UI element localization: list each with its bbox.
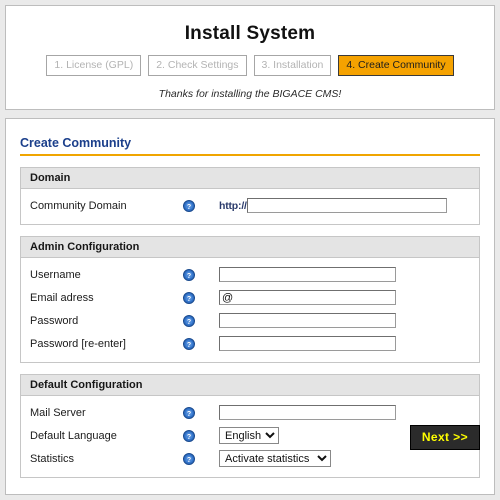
label-community-domain: Community Domain: [30, 199, 127, 212]
help-question-icon[interactable]: ?: [183, 291, 195, 304]
wizard-step-create-community[interactable]: 4. Create Community: [338, 55, 454, 76]
help-cell-email-address: ?: [183, 291, 219, 304]
section-title-rule: [20, 154, 480, 156]
row-community-domain: Community Domain ? http://: [21, 194, 479, 217]
wizard-step-installation[interactable]: 3. Installation: [253, 55, 332, 76]
default-language-select[interactable]: English: [219, 427, 279, 444]
control-cell-email-address: [219, 290, 479, 305]
svg-text:?: ?: [187, 273, 191, 280]
fieldset-defaults-legend: Default Configuration: [21, 375, 479, 396]
help-question-icon[interactable]: ?: [183, 452, 195, 465]
control-cell-community-domain: http://: [219, 198, 479, 213]
label-statistics: Statistics: [30, 452, 75, 465]
wizard-step-license[interactable]: 1. License (GPL): [46, 55, 142, 76]
svg-text:?: ?: [187, 457, 191, 464]
next-button[interactable]: Next >>: [409, 425, 480, 450]
label-mail-server: Mail Server: [30, 406, 86, 419]
installer-window: Install System 1. License (GPL) 2. Check…: [0, 0, 500, 500]
protocol-prefix-label: http://: [219, 199, 247, 212]
svg-text:?: ?: [187, 204, 191, 211]
help-question-icon[interactable]: ?: [183, 406, 195, 419]
page-title: Install System: [184, 23, 316, 44]
fieldset-admin-configuration: Admin Configuration Username ? Email adr…: [20, 236, 480, 363]
control-cell-mail-server: [219, 405, 479, 420]
row-statistics: Statistics ? Activate statistics: [21, 447, 479, 470]
svg-text:?: ?: [187, 434, 191, 441]
fieldset-domain-body: Community Domain ? http://: [21, 189, 479, 224]
fieldset-domain-legend: Domain: [21, 168, 479, 189]
section-heading: Create Community: [20, 136, 480, 156]
help-cell-mail-server: ?: [183, 406, 219, 419]
label-password: Password: [30, 314, 79, 327]
svg-text:?: ?: [187, 319, 191, 326]
control-cell-password-reenter: [219, 336, 479, 351]
svg-text:?: ?: [187, 296, 191, 303]
help-question-icon[interactable]: ?: [183, 268, 195, 281]
control-cell-statistics: Activate statistics: [219, 450, 479, 467]
mail-server-input[interactable]: [219, 405, 396, 420]
help-question-icon[interactable]: ?: [183, 337, 195, 350]
password-reenter-input[interactable]: [219, 336, 396, 351]
help-cell-username: ?: [183, 268, 219, 281]
section-title-text: Create Community: [20, 136, 132, 150]
fieldset-admin-legend: Admin Configuration: [21, 237, 479, 258]
row-password-reenter: Password [re-enter] ?: [21, 332, 479, 355]
help-cell-password: ?: [183, 314, 219, 327]
help-question-icon[interactable]: ?: [183, 429, 195, 442]
installer-header-panel: Install System 1. License (GPL) 2. Check…: [5, 5, 495, 110]
svg-text:?: ?: [187, 411, 191, 418]
control-cell-password: [219, 313, 479, 328]
tagline-text: Thanks for installing the BIGACE CMS!: [158, 88, 342, 100]
form-actions: Next >>: [409, 425, 480, 450]
wizard-steps: 1. License (GPL) 2. Check Settings 3. In…: [6, 55, 494, 76]
row-mail-server: Mail Server ?: [21, 401, 479, 424]
row-username: Username ?: [21, 263, 479, 286]
fieldset-admin-body: Username ? Email adress ? @ Password ? P…: [21, 258, 479, 362]
label-email-address: Email adress: [30, 291, 94, 304]
help-cell-community-domain: ?: [183, 199, 219, 212]
label-username: Username: [30, 268, 81, 281]
label-password-reenter: Password [re-enter]: [30, 337, 126, 350]
create-community-panel: Create Community Domain Community Domain…: [5, 118, 495, 495]
help-question-icon[interactable]: ?: [183, 199, 195, 212]
fieldset-domain: Domain Community Domain ? http://: [20, 167, 480, 225]
label-default-language: Default Language: [30, 429, 117, 442]
row-password: Password ?: [21, 309, 479, 332]
password-input[interactable]: [219, 313, 396, 328]
community-domain-input[interactable]: [246, 198, 447, 213]
control-cell-username: [219, 267, 479, 282]
svg-text:?: ?: [187, 342, 191, 349]
wizard-step-check-settings[interactable]: 2. Check Settings: [148, 55, 247, 76]
username-input[interactable]: [219, 267, 396, 282]
row-email-address: Email adress ?: [21, 286, 479, 309]
email-address-input[interactable]: [219, 290, 396, 305]
help-cell-password-reenter: ?: [183, 337, 219, 350]
help-cell-default-language: ?: [183, 429, 219, 442]
statistics-select[interactable]: Activate statistics: [219, 450, 331, 467]
help-question-icon[interactable]: ?: [183, 314, 195, 327]
help-cell-statistics: ?: [183, 452, 219, 465]
